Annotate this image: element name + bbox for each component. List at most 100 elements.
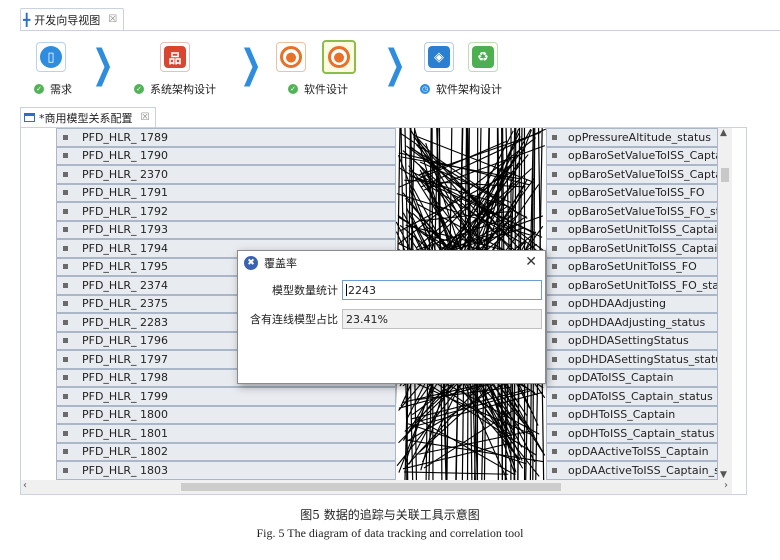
step-software-design-button-a[interactable]: ● — [276, 42, 306, 72]
right-model-item[interactable]: opDHToISS_Captain — [546, 405, 718, 424]
model-bullet-icon — [552, 319, 557, 325]
right-model-item[interactable]: opDAToISS_Captain — [546, 368, 718, 387]
left-model-label: PFD_HLR_ 1794 — [82, 241, 168, 255]
scroll-up-icon[interactable]: ▲ — [720, 128, 727, 138]
scroll-right-icon[interactable]: › — [724, 480, 728, 491]
software-design-icon: ● — [328, 46, 350, 68]
left-model-item[interactable]: PFD_HLR_ 1792 — [56, 202, 396, 221]
right-model-item[interactable]: opDAToISS_Captain_status — [546, 387, 718, 406]
model-count-label: 模型数量统计 — [272, 284, 338, 297]
step-software-design-button-b[interactable]: ● — [322, 40, 356, 74]
coverage-dialog: ✖ 覆盖率 ✕ 模型数量统计 2243 含有连线模型占比 23.41% — [237, 250, 546, 384]
linked-ratio-value: 23.41% — [346, 312, 388, 326]
clock-icon: ◷ — [420, 84, 430, 94]
step-software-architecture-button-b[interactable]: ♻ — [468, 42, 498, 72]
recycle-icon: ♻ — [472, 46, 494, 68]
left-model-item[interactable]: PFD_HLR_ 2370 — [56, 165, 396, 184]
left-model-item[interactable]: PFD_HLR_ 1803 — [56, 461, 396, 480]
right-model-item[interactable]: opBaroSetUnitToISS_FO — [546, 257, 718, 276]
left-model-label: PFD_HLR_ 1797 — [82, 352, 168, 366]
model-bullet-icon — [63, 208, 68, 214]
step-software-architecture-button-a[interactable]: ◈ — [424, 42, 454, 72]
left-model-item[interactable]: PFD_HLR_ 1799 — [56, 387, 396, 406]
right-model-item[interactable]: opDHDASettingStatus_status — [546, 350, 718, 369]
check-icon: ✓ — [134, 84, 144, 94]
model-count-field[interactable]: 2243 — [342, 280, 542, 300]
model-bullet-icon — [63, 153, 68, 159]
right-model-label: opDHToISS_Captain_status — [568, 426, 715, 440]
model-bullet-icon — [552, 190, 557, 196]
tab-navigator-view[interactable]: ╋ 开发向导视图 ☒ — [20, 8, 125, 30]
right-model-item[interactable]: opBaroSetValueToISS_FO — [546, 183, 718, 202]
left-model-item[interactable]: PFD_HLR_ 1802 — [56, 442, 396, 461]
model-bullet-icon — [552, 412, 557, 418]
model-bullet-icon — [63, 134, 68, 140]
left-model-item[interactable]: PFD_HLR_ 1800 — [56, 405, 396, 424]
close-icon[interactable]: ✕ — [525, 254, 537, 270]
left-model-item[interactable]: PFD_HLR_ 1793 — [56, 220, 396, 239]
dialog-app-icon: ✖ — [244, 256, 258, 270]
right-model-item[interactable]: opPressureAltitude_status — [546, 128, 718, 147]
model-bullet-icon — [552, 208, 557, 214]
left-model-label: PFD_HLR_ 1791 — [82, 186, 168, 200]
right-model-label: opBaroSetValueToISS_FO — [568, 186, 705, 200]
navigator-icon: ╋ — [23, 12, 31, 27]
scroll-down-icon[interactable]: ▼ — [720, 470, 727, 480]
step-system-architecture-label: ✓ 系统架构设计 — [134, 81, 216, 97]
left-model-item[interactable]: PFD_HLR_ 1790 — [56, 146, 396, 165]
left-model-label: PFD_HLR_ 1796 — [82, 334, 168, 348]
right-model-item[interactable]: opDAActiveToISS_Captain — [546, 442, 718, 461]
model-bullet-icon — [63, 430, 68, 436]
step-requirement-button[interactable]: ▯ — [36, 42, 66, 72]
step-software-design-label: ✓ 软件设计 — [288, 81, 348, 97]
model-bullet-icon — [552, 171, 557, 177]
left-model-item[interactable]: PFD_HLR_ 1801 — [56, 424, 396, 443]
right-model-item[interactable]: opDHDASettingStatus — [546, 331, 718, 350]
right-model-item[interactable]: opDHDAAdjusting_status — [546, 313, 718, 332]
right-model-label: opDHDASettingStatus_status — [568, 352, 718, 366]
right-model-item[interactable]: opDHDAAdjusting — [546, 294, 718, 313]
model-bullet-icon — [63, 356, 68, 362]
left-model-label: PFD_HLR_ 2283 — [82, 315, 168, 329]
right-model-item[interactable]: opBaroSetUnitToISS_Captai — [546, 239, 718, 258]
tab-divider — [20, 30, 780, 31]
right-model-label: opBaroSetUnitToISS_FO_sta — [568, 278, 718, 292]
vertical-scrollbar[interactable]: ▲ ▼ — [718, 128, 732, 480]
linked-ratio-field[interactable]: 23.41% — [342, 309, 542, 329]
horizontal-scrollbar[interactable]: ‹ › — [21, 480, 732, 494]
left-model-item[interactable]: PFD_HLR_ 1789 — [56, 128, 396, 147]
right-model-item[interactable]: opDHToISS_Captain_status — [546, 424, 718, 443]
step-system-architecture-button[interactable]: 品 — [160, 42, 190, 72]
model-bullet-icon — [63, 375, 68, 381]
left-model-item[interactable]: PFD_HLR_ 1791 — [56, 183, 396, 202]
model-bullet-icon — [63, 282, 68, 288]
model-bullet-icon — [63, 393, 68, 399]
model-bullet-icon — [552, 301, 557, 307]
right-model-item[interactable]: opBaroSetValueToISS_Capta — [546, 165, 718, 184]
software-design-icon: ● — [280, 46, 302, 68]
vertical-scroll-thumb[interactable] — [721, 168, 729, 182]
scroll-left-icon[interactable]: ‹ — [23, 480, 27, 491]
tab-close-icon[interactable]: ☒ — [108, 14, 117, 25]
right-model-item[interactable]: opBaroSetUnitToISS_FO_sta — [546, 276, 718, 295]
left-model-label: PFD_HLR_ 1802 — [82, 445, 168, 459]
horizontal-scroll-thumb[interactable] — [181, 483, 561, 491]
right-model-item[interactable]: opBaroSetValueToISS_Capta — [546, 146, 718, 165]
check-icon: ✓ — [34, 84, 44, 94]
right-model-label: opBaroSetValueToISS_FO_st — [568, 204, 718, 218]
left-model-label: PFD_HLR_ 1800 — [82, 408, 168, 422]
tab-model-relation-config[interactable]: *商用模型关系配置 ☒ — [20, 107, 157, 127]
model-bullet-icon — [552, 245, 557, 251]
right-model-item[interactable]: opBaroSetUnitToISS_Captai — [546, 220, 718, 239]
figure-caption-cn: 图5 数据的追踪与关联工具示意图 — [300, 508, 480, 522]
model-bullet-icon — [552, 430, 557, 436]
step-software-architecture-label: ◷ 软件架构设计 — [420, 83, 502, 96]
model-count-value: 2243 — [348, 283, 376, 297]
tab-close-icon[interactable]: ☒ — [141, 112, 150, 123]
right-model-item[interactable]: opDAActiveToISS_Captain_st — [546, 461, 718, 480]
right-model-item[interactable]: opBaroSetValueToISS_FO_st — [546, 202, 718, 221]
right-model-label: opDAToISS_Captain — [568, 371, 674, 385]
model-bullet-icon — [63, 301, 68, 307]
left-model-label: PFD_HLR_ 1790 — [82, 149, 168, 163]
requirement-icon: ▯ — [40, 46, 62, 68]
